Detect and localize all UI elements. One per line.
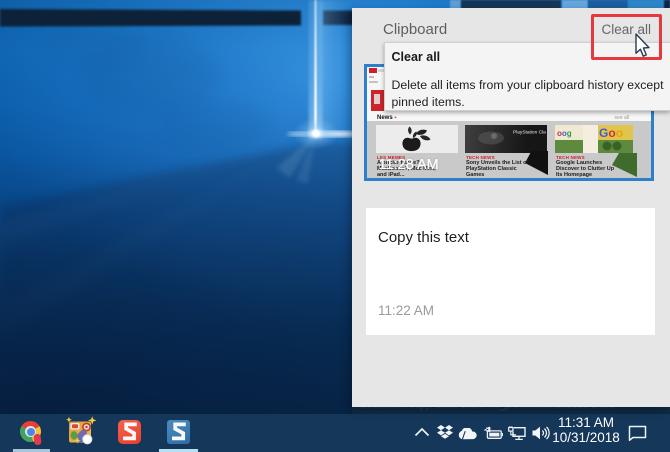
svg-text:Goo: Goo [599, 126, 623, 140]
svg-text:PlayStation Cla: PlayStation Cla [513, 130, 546, 136]
svg-text:oog: oog [557, 129, 572, 138]
